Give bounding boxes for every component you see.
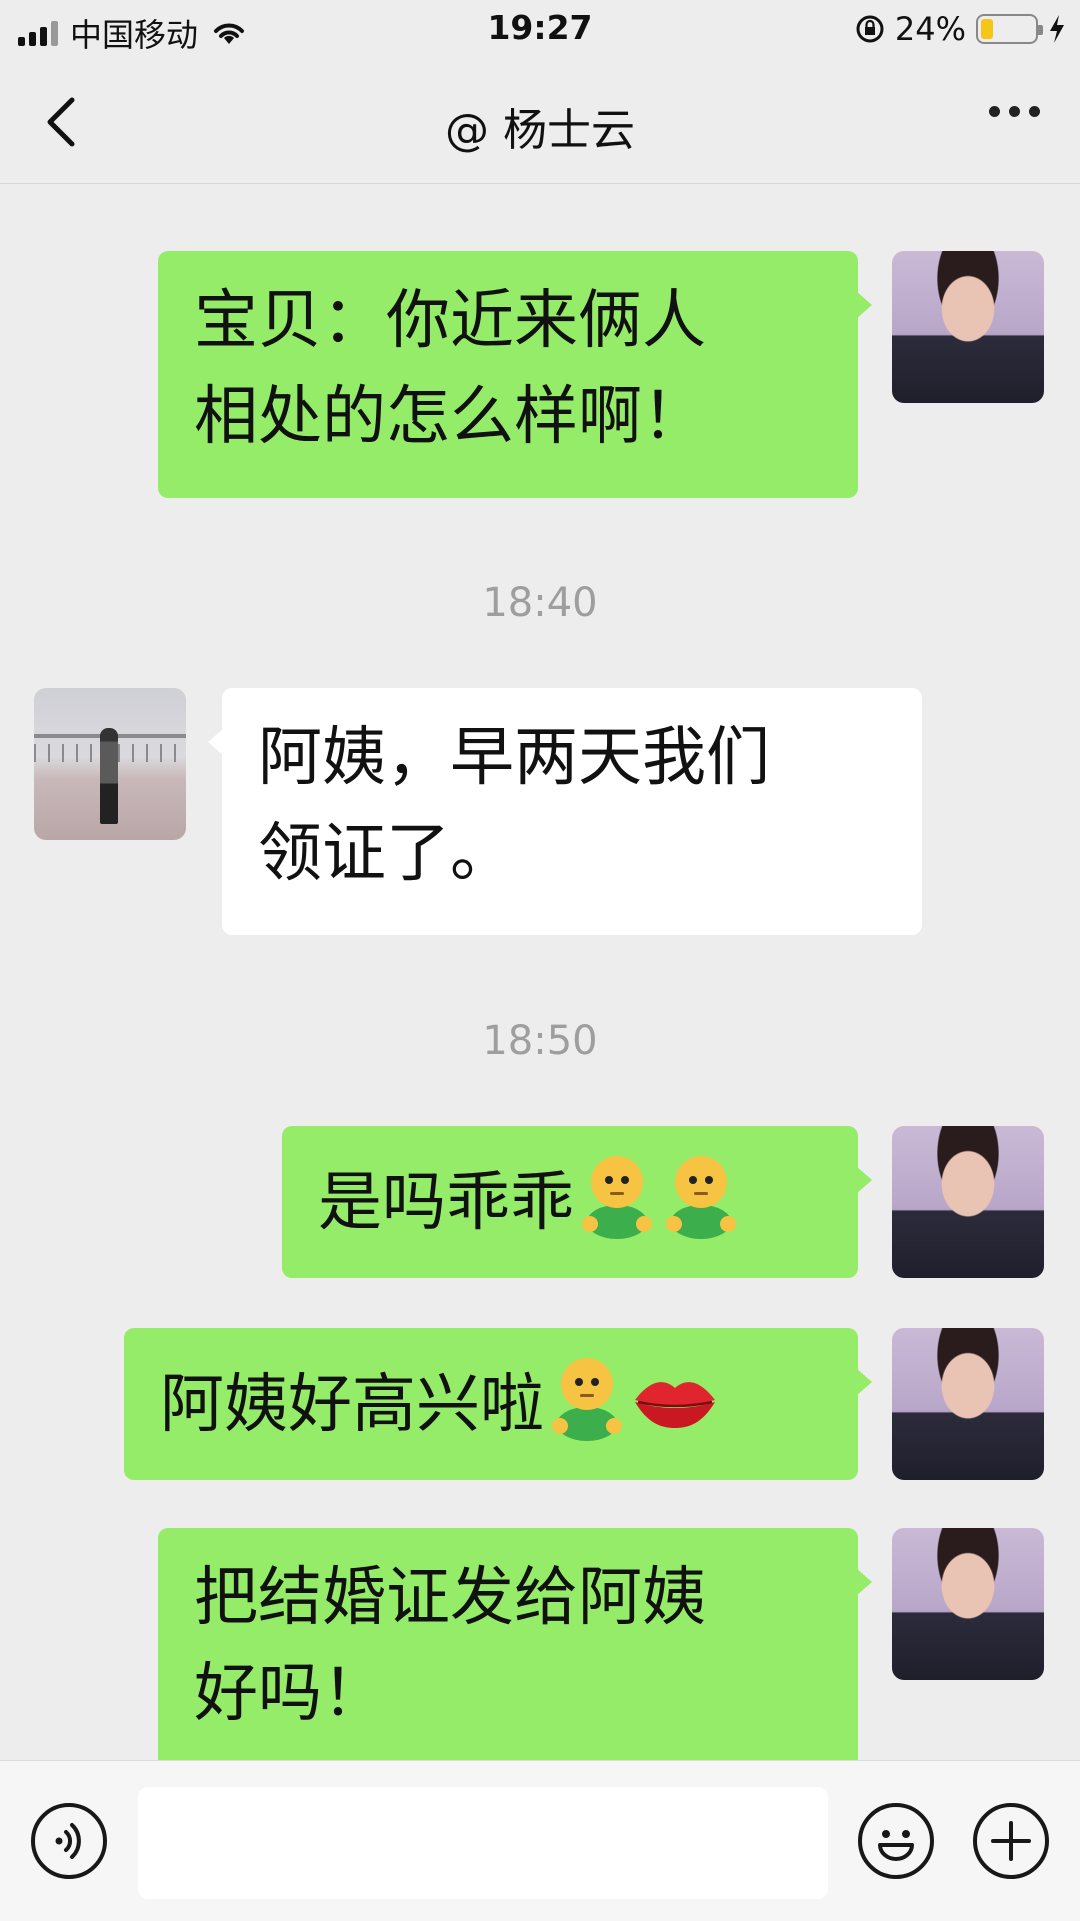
avatar-other[interactable] — [34, 688, 186, 840]
message-bubble-other[interactable]: 阿姨，早两天我们 领证了。 — [208, 688, 922, 935]
message-list[interactable]: 宝贝：你近来俩人 相处的怎么样啊！ 18:40 阿姨，早两天我们 领证了。 18… — [0, 185, 1080, 1760]
message-input[interactable] — [138, 1787, 828, 1899]
message-text: 阿姨好高兴啦 — [160, 1368, 544, 1442]
emoji-button[interactable] — [858, 1803, 934, 1879]
avatar-self[interactable] — [892, 1126, 1044, 1278]
message-text-line: 好吗！ — [194, 1657, 386, 1731]
chat-header: @ 杨士云 — [0, 58, 1080, 184]
voice-icon — [55, 1823, 81, 1859]
smiley-icon — [878, 1830, 914, 1861]
green-figure-emoji — [576, 1152, 658, 1240]
plus-icon — [991, 1821, 1031, 1861]
charging-bolt-icon — [1050, 15, 1064, 43]
avatar-self[interactable] — [892, 1528, 1044, 1680]
message-text-line: 领证了。 — [258, 817, 514, 891]
rotation-lock-icon — [856, 15, 884, 43]
more-options-button[interactable] — [989, 106, 1040, 117]
message-text-line: 相处的怎么样啊！ — [194, 380, 706, 454]
chat-title: @ 杨士云 — [445, 105, 635, 156]
more-functions-button[interactable] — [973, 1803, 1049, 1879]
timestamp: 18:50 — [482, 1018, 598, 1064]
avatar-self[interactable] — [892, 251, 1044, 403]
status-right: 24% — [855, 10, 1066, 48]
green-figure-emoji — [546, 1354, 628, 1442]
timestamp: 18:40 — [482, 580, 598, 626]
voice-input-button[interactable] — [31, 1803, 107, 1879]
message-bubble-self[interactable]: 宝贝：你近来俩人 相处的怎么样啊！ — [158, 251, 872, 498]
green-figure-emoji — [660, 1152, 742, 1240]
message-text-line: 把结婚证发给阿姨 — [194, 1561, 706, 1635]
input-bar — [0, 1760, 1080, 1921]
message-text: 是吗乖乖 — [318, 1166, 574, 1240]
message-bubble-self[interactable]: 把结婚证发给阿姨 好吗！ — [158, 1528, 872, 1760]
lips-emoji — [632, 1361, 718, 1428]
battery-percent: 24% — [894, 10, 966, 48]
message-bubble-self[interactable]: 是吗乖乖 — [282, 1126, 872, 1278]
message-bubble-self[interactable]: 阿姨好高兴啦 — [124, 1328, 872, 1480]
battery-icon — [976, 14, 1043, 44]
avatar-self[interactable] — [892, 1328, 1044, 1480]
status-bar: 中国移动 19:27 24% — [0, 0, 1080, 58]
battery-fill — [981, 19, 993, 39]
message-text-line: 宝贝：你近来俩人 — [194, 284, 706, 358]
message-text-line: 阿姨，早两天我们 — [258, 721, 770, 795]
